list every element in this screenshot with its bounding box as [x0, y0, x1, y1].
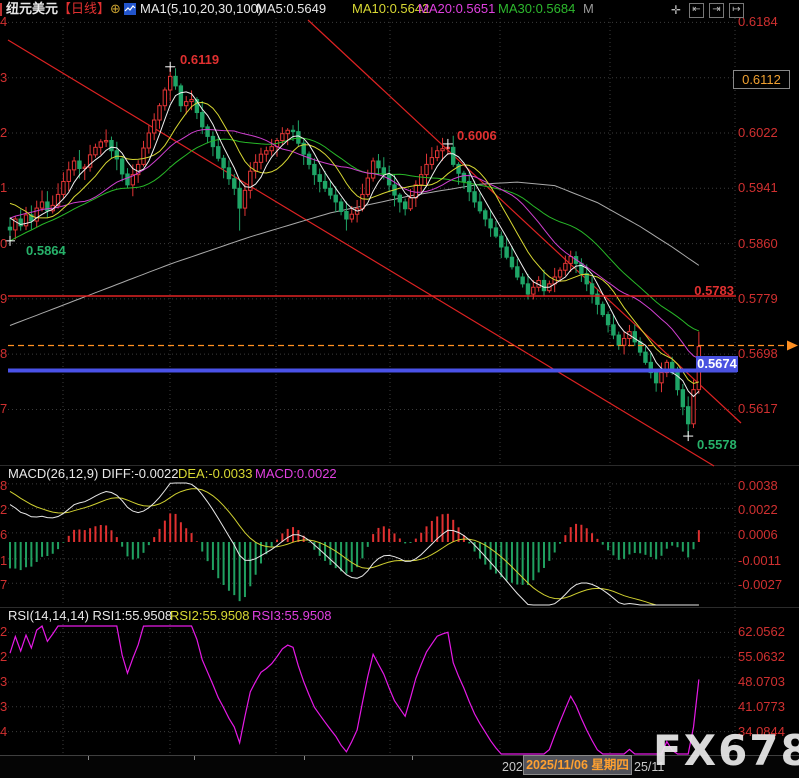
rsi2-value: RSI2:55.9508 — [170, 608, 250, 624]
pan-tool-icon[interactable]: ✛ — [671, 2, 681, 18]
period-label[interactable]: 【日线】 — [58, 1, 110, 17]
ma30-value: MA30:0.5684 — [498, 1, 575, 17]
macd-title[interactable]: MACD(26,12,9) DIFF:-0.0022 — [8, 466, 179, 482]
rsi3-value: RSI3:55.9508 — [252, 608, 332, 624]
macd-dea-value: DEA:-0.0033 — [178, 466, 252, 482]
selected-date-label: 2025/11/06 星期四 — [523, 755, 632, 775]
macd-macd-value: MACD:0.0022 — [255, 466, 337, 482]
ma20-value: MA20:0.5651 — [418, 1, 495, 17]
shift-right-icon[interactable]: ↦ — [729, 3, 744, 18]
header-bar: 纽元美元 【日线】 ⊕ MA1(5,10,20,30,100) MA5:0.56… — [0, 0, 799, 18]
macd-header: MACD(26,12,9) DIFF:-0.0022 DEA:-0.0033 M… — [0, 466, 799, 482]
rsi-title[interactable]: RSI(14,14,14) RSI1:55.9508 — [8, 608, 172, 624]
mini-chart-icon[interactable] — [124, 3, 136, 19]
boxed-price-label: 0.6112 — [733, 70, 790, 89]
expand-left-axis-icon[interactable]: ⇤ — [689, 3, 704, 18]
resistance-price-label: 0.5783 — [690, 283, 734, 298]
rsi-header: RSI(14,14,14) RSI1:55.9508 RSI2:55.9508 … — [0, 608, 799, 624]
ma-settings-label[interactable]: MA1(5,10,20,30,100) — [140, 1, 262, 17]
chart-canvas[interactable] — [0, 0, 799, 778]
add-indicator-icon[interactable]: ⊕ — [110, 1, 121, 17]
support-price-label[interactable]: 0.5674 — [696, 356, 738, 372]
symbol-title: 纽元美元 — [6, 1, 58, 17]
expand-right-axis-icon[interactable]: ⇥ — [709, 3, 724, 18]
ma5-value: MA5:0.5649 — [256, 1, 326, 17]
chart-window: 纽元美元 【日线】 ⊕ MA1(5,10,20,30,100) MA5:0.56… — [0, 0, 799, 778]
period-m-label[interactable]: M — [583, 1, 594, 17]
watermark-logo: FX678 — [653, 726, 799, 775]
